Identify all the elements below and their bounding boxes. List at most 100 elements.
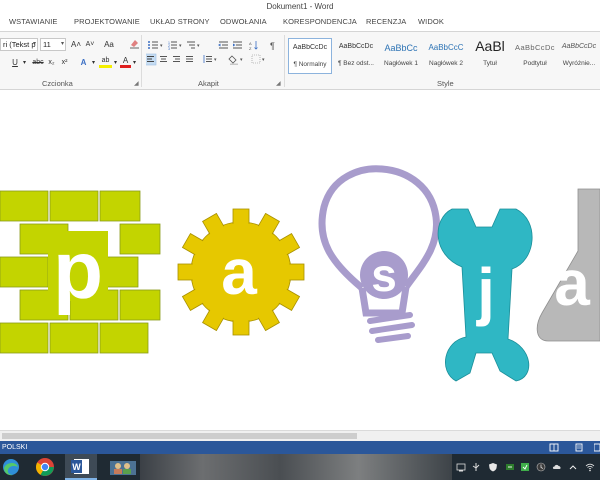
horizontal-scrollbar[interactable] [0,430,600,441]
letter-a-flask: a [554,247,590,319]
users-app-icon[interactable] [108,455,138,479]
app-tray-icon[interactable] [520,462,530,472]
tab-references[interactable]: ODWOŁANIA [220,17,267,26]
word-window: Dokument1 - Word WSTAWIANIE PROJEKTOWANI… [0,0,600,480]
security-tray-icon[interactable] [536,462,546,472]
bold-button[interactable] [0,56,8,70]
chevron-down-icon[interactable]: ▾ [22,56,27,70]
style-normal[interactable]: AaBbCcDc ¶ Normalny [288,38,332,74]
group-divider [141,35,142,87]
line-spacing-icon[interactable] [203,55,212,63]
edge-browser-icon[interactable] [0,455,26,479]
chevron-down-icon: ▾ [214,57,217,63]
chevron-down-icon: ▾ [179,43,182,49]
clear-formatting-button[interactable] [128,38,140,52]
print-layout-icon[interactable] [574,443,584,452]
subscript-button[interactable]: x₂ [46,56,57,70]
align-right-icon[interactable] [173,56,180,62]
font-color-button[interactable]: A [120,54,131,68]
logo-artwork: p a s j a [0,165,600,382]
style-name: ¶ Normalny [293,61,327,68]
dialog-launcher-icon[interactable]: ◢ [134,80,139,87]
chevron-down-icon: ▾ [32,41,36,47]
status-bar: POLSKI [0,441,600,454]
tab-mailings[interactable]: KORESPONDENCJA [283,17,357,26]
style-no-spacing[interactable]: AaBbCcDc ¶ Bez odst... [333,38,379,74]
chrome-browser-icon[interactable] [32,455,58,479]
chevron-up-icon[interactable] [568,462,578,472]
change-case-button[interactable]: Aa [100,38,118,52]
decrease-indent-icon[interactable] [218,41,228,49]
word-app-icon: W [71,459,89,474]
tab-layout[interactable]: UKŁAD STRONY [150,17,210,26]
style-preview: AaBbCcC [428,43,464,52]
taskbar-background-photo [140,454,452,480]
superscript-button[interactable]: x² [59,56,70,70]
word-taskbar-button[interactable]: W [65,454,97,480]
svg-text:Z: Z [249,46,252,51]
tab-design[interactable]: PROJEKTOWANIE [74,17,140,26]
style-name: Nagłówek 2 [429,60,463,67]
style-name: Wyróżnie... [562,60,596,67]
justify-icon[interactable] [186,56,193,62]
shading-icon[interactable] [228,55,238,65]
read-mode-icon[interactable] [549,443,559,452]
web-layout-icon[interactable] [594,443,600,452]
style-name: Podtytuł [523,60,547,67]
style-emphasis[interactable]: AaBbCcDc Wyróżnie... [558,38,600,74]
align-left-icon[interactable] [146,53,157,66]
eraser-icon [129,40,139,49]
font-size-value: 11 [43,40,51,49]
chevron-down-icon[interactable]: ▾ [113,56,118,70]
ribbon: ri (Tekst p ▾ 11 ▾ A˄ A˅ Aa U ▾ abc x₂ x… [0,32,600,90]
sort-icon[interactable]: AZ [249,41,258,51]
onedrive-tray-icon[interactable] [552,462,562,472]
style-heading-1[interactable]: AaBbCc Nagłówek 1 [379,38,423,74]
font-size-combo[interactable]: 11 ▾ [40,38,66,51]
strikethrough-button[interactable]: abc [31,56,45,70]
sync-icon[interactable] [505,462,515,472]
letter-j: j [476,255,495,327]
style-title[interactable]: AaBl Tytuł [468,38,512,74]
chevron-down-icon[interactable]: ▾ [91,56,96,70]
windows-taskbar: W [0,454,600,480]
font-group-label: Czcionka [42,79,73,88]
show-marks-button: ¶ [270,41,275,51]
style-preview: AaBbCcDc [292,44,328,51]
wifi-icon[interactable] [585,462,595,472]
bullets-icon[interactable] [148,41,158,49]
grow-font-button[interactable]: A˄ [70,38,82,52]
network-icon[interactable] [456,462,466,472]
multilevel-list-icon[interactable] [187,41,195,49]
borders-icon[interactable] [251,54,261,64]
increase-indent-icon[interactable] [233,41,242,49]
numbering-icon[interactable]: 1 2 3 [168,41,177,51]
usb-icon[interactable] [471,462,481,472]
shrink-font-button[interactable]: A˅ [84,38,96,52]
ribbon-tabs: WSTAWIANIE PROJEKTOWANIE UKŁAD STRONY OD… [0,15,600,32]
style-preview: AaBbCcDc [561,43,597,50]
language-indicator[interactable]: POLSKI [2,441,27,454]
chevron-down-icon: ▾ [160,43,163,49]
tab-view[interactable]: WIDOK [418,17,444,26]
svg-text:3: 3 [168,47,170,51]
font-name-combo[interactable]: ri (Tekst p ▾ [0,38,38,51]
highlight-button[interactable]: ab [99,54,112,68]
chevron-down-icon: ▾ [262,57,265,63]
text-effects-button[interactable]: A [78,56,89,70]
document-page[interactable]: p a s j a [0,91,600,430]
tab-insert[interactable]: WSTAWIANIE [9,17,58,26]
chevron-down-icon[interactable]: ▾ [132,56,137,70]
style-heading-2[interactable]: AaBbCcC Nagłówek 2 [424,38,468,74]
group-divider [284,35,285,87]
shield-icon[interactable] [488,462,498,472]
scrollbar-thumb[interactable] [2,433,357,439]
chevron-down-icon: ▾ [240,57,243,63]
dialog-launcher-icon[interactable]: ◢ [276,80,281,87]
align-center-icon[interactable] [160,56,167,62]
letter-a: a [221,236,257,308]
underline-button[interactable]: U [10,56,20,70]
style-subtitle[interactable]: AaBbCcDc Podtytuł [513,38,557,74]
letter-p: p [53,225,103,316]
tab-review[interactable]: RECENZJA [366,17,406,26]
